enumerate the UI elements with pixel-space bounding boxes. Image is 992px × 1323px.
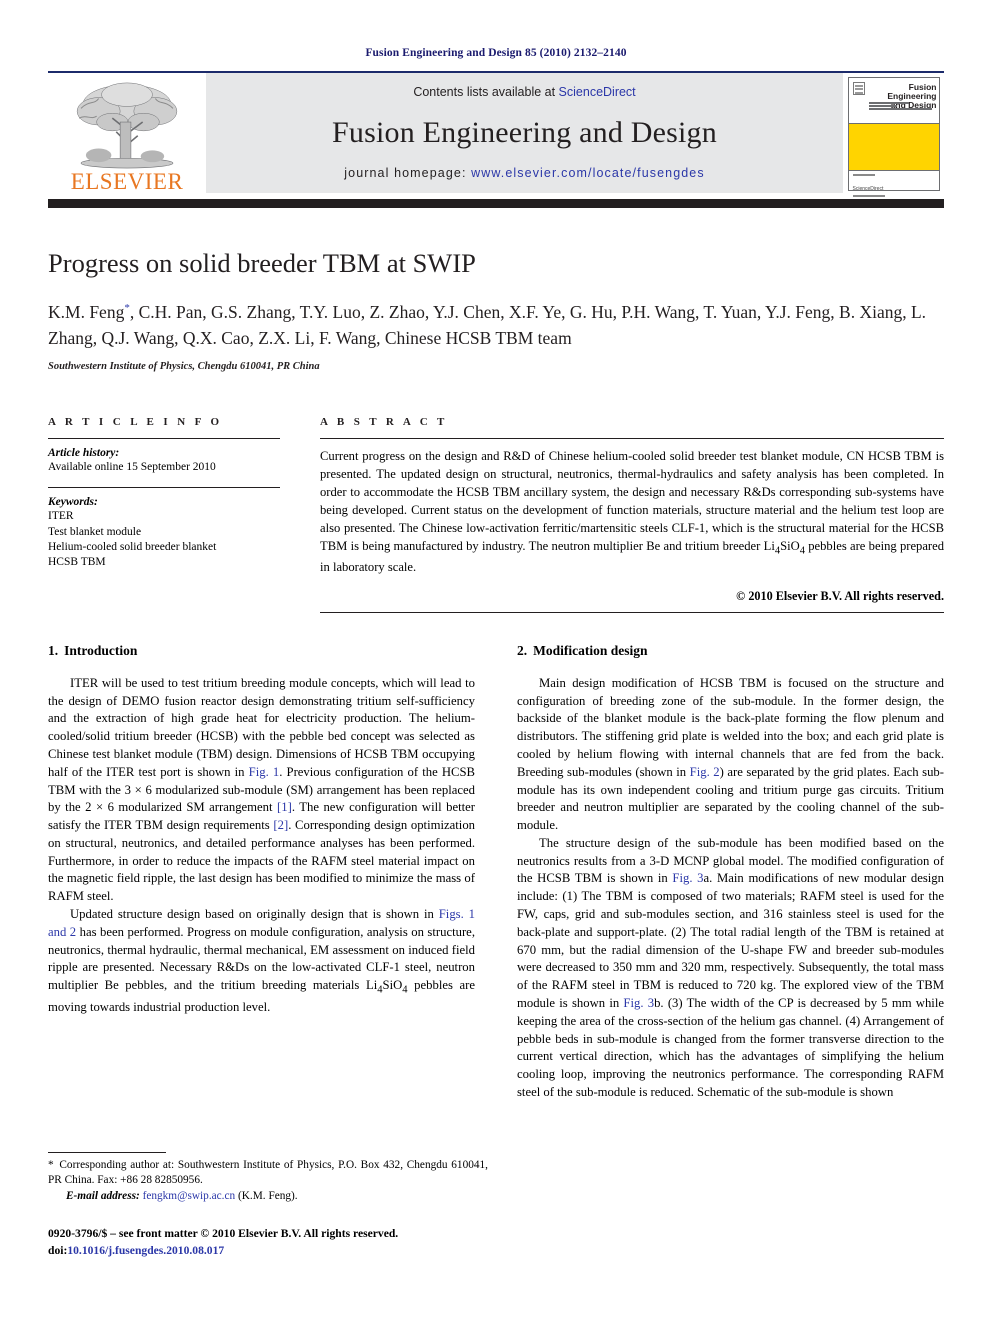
page-title: Progress on solid breeder TBM at SWIP bbox=[48, 248, 476, 278]
copyright-line: © 2010 Elsevier B.V. All rights reserved… bbox=[736, 588, 944, 603]
affiliation: Southwestern Institute of Physics, Cheng… bbox=[48, 361, 320, 373]
keyword-item: Helium-cooled solid breeder blanket bbox=[48, 540, 217, 553]
elsevier-logo: ELSEVIER bbox=[48, 73, 206, 193]
issn-copyright-block: 0920-3796/$ – see front matter © 2010 El… bbox=[48, 1226, 488, 1259]
cover-header: Fusion Engineering and Design bbox=[848, 78, 939, 124]
cover-footer: ScienceDirect bbox=[849, 171, 939, 197]
abstract-heading: A B S T R A C T bbox=[320, 416, 448, 429]
article-info-column: A R T I C L E I N F O Article history: A… bbox=[48, 416, 280, 613]
doi-value[interactable]: 10.1016/j.fusengdes.2010.08.017 bbox=[67, 1244, 224, 1257]
email-suffix: (K.M. Feng). bbox=[238, 1189, 298, 1202]
cover-elsevier-icon bbox=[852, 82, 865, 95]
abstract-rule-bottom bbox=[320, 611, 944, 613]
cover-sciencedirect-mark: ScienceDirect bbox=[852, 186, 884, 193]
section-title: Modification design bbox=[533, 642, 648, 658]
title-block: Progress on solid breeder TBM at SWIP K.… bbox=[48, 248, 944, 372]
section-heading-introduction: 1. Introduction bbox=[48, 643, 475, 659]
corresponding-author-note: * Corresponding author at: Southwestern … bbox=[48, 1158, 488, 1186]
abstract-column: A B S T R A C T Current progress on the … bbox=[320, 416, 944, 613]
keywords-group: Keywords: ITER Test blanket module Heliu… bbox=[48, 488, 280, 570]
section-heading-modification: 2. Modification design bbox=[517, 643, 944, 659]
abstract-rule-top bbox=[320, 438, 944, 440]
doi-line: doi:10.1016/j.fusengdes.2010.08.017 bbox=[48, 1243, 488, 1259]
cover-yellow-panel bbox=[848, 124, 939, 171]
article-history-value: Available online 15 September 2010 bbox=[48, 461, 216, 474]
journal-homepage-line: journal homepage: www.elsevier.com/locat… bbox=[344, 166, 704, 180]
author-list: K.M. Feng*, C.H. Pan, G.S. Zhang, T.Y. L… bbox=[48, 302, 927, 348]
keyword-item: ITER bbox=[48, 510, 74, 523]
footnote-area: * Corresponding author at: Southwestern … bbox=[48, 1151, 488, 1259]
article-history-label: Article history: bbox=[48, 447, 120, 460]
abstract-text: Current progress on the design and R&D o… bbox=[320, 449, 945, 575]
article-info-heading: A R T I C L E I N F O bbox=[48, 416, 223, 429]
sciencedirect-link[interactable]: ScienceDirect bbox=[559, 85, 636, 99]
keyword-item: Test blanket module bbox=[48, 525, 142, 538]
paragraph-intro-2: Updated structure design based on origin… bbox=[48, 907, 475, 1014]
elsevier-wordmark: ELSEVIER bbox=[70, 169, 184, 194]
masthead-black-bar bbox=[48, 199, 944, 208]
paper-page: Fusion Engineering and Design 85 (2010) … bbox=[0, 0, 992, 1323]
column-left: 1. Introduction ITER will be used to test… bbox=[48, 643, 475, 1102]
cover-image: Fusion Engineering and Design ScienceDir… bbox=[847, 77, 940, 197]
section-number: 2. bbox=[517, 642, 528, 658]
section-number: 1. bbox=[48, 642, 59, 658]
paragraph-mod-2: The structure design of the sub-module h… bbox=[517, 835, 944, 1099]
article-history-group: Article history: Available online 15 Sep… bbox=[48, 439, 280, 475]
email-note: E-mail address: fengkm@swip.ac.cn (K.M. … bbox=[48, 1189, 488, 1204]
body-columns: 1. Introduction ITER will be used to test… bbox=[48, 643, 944, 1102]
journal-masthead: ELSEVIER Contents lists available at Sci… bbox=[48, 71, 944, 197]
issn-line: 0920-3796/$ – see front matter © 2010 El… bbox=[48, 1227, 399, 1241]
elsevier-tree-icon bbox=[76, 82, 178, 169]
info-abstract-row: A R T I C L E I N F O Article history: A… bbox=[48, 416, 944, 613]
homepage-prefix: journal homepage: bbox=[344, 166, 472, 180]
journal-homepage-link[interactable]: www.elsevier.com/locate/fusengdes bbox=[471, 166, 705, 180]
contents-available-line: Contents lists available at ScienceDirec… bbox=[413, 85, 635, 99]
contents-prefix: Contents lists available at bbox=[413, 85, 559, 99]
cover-title-line-1: Fusion Engineering bbox=[887, 82, 937, 101]
masthead-center: Contents lists available at ScienceDirec… bbox=[206, 73, 843, 193]
running-head: Fusion Engineering and Design 85 (2010) … bbox=[365, 47, 627, 59]
keywords-label: Keywords: bbox=[48, 496, 98, 509]
doi-label: doi: bbox=[48, 1243, 68, 1257]
footnote-rule bbox=[48, 1151, 166, 1153]
cover-subtitle-lines bbox=[868, 102, 936, 111]
paragraph-mod-1: Main design modification of HCSB TBM is … bbox=[517, 675, 944, 833]
email-label: E-mail address: bbox=[66, 1189, 140, 1202]
section-title: Introduction bbox=[64, 642, 138, 658]
journal-title: Fusion Engineering and Design bbox=[332, 115, 717, 149]
journal-cover-thumbnail: Fusion Engineering and Design ScienceDir… bbox=[843, 73, 944, 197]
email-link[interactable]: fengkm@swip.ac.cn bbox=[143, 1190, 236, 1202]
keyword-item: HCSB TBM bbox=[48, 555, 106, 568]
paragraph-intro-1: ITER will be used to test tritium breedi… bbox=[48, 675, 476, 904]
column-right: 2. Modification design Main design modifi… bbox=[517, 643, 944, 1102]
